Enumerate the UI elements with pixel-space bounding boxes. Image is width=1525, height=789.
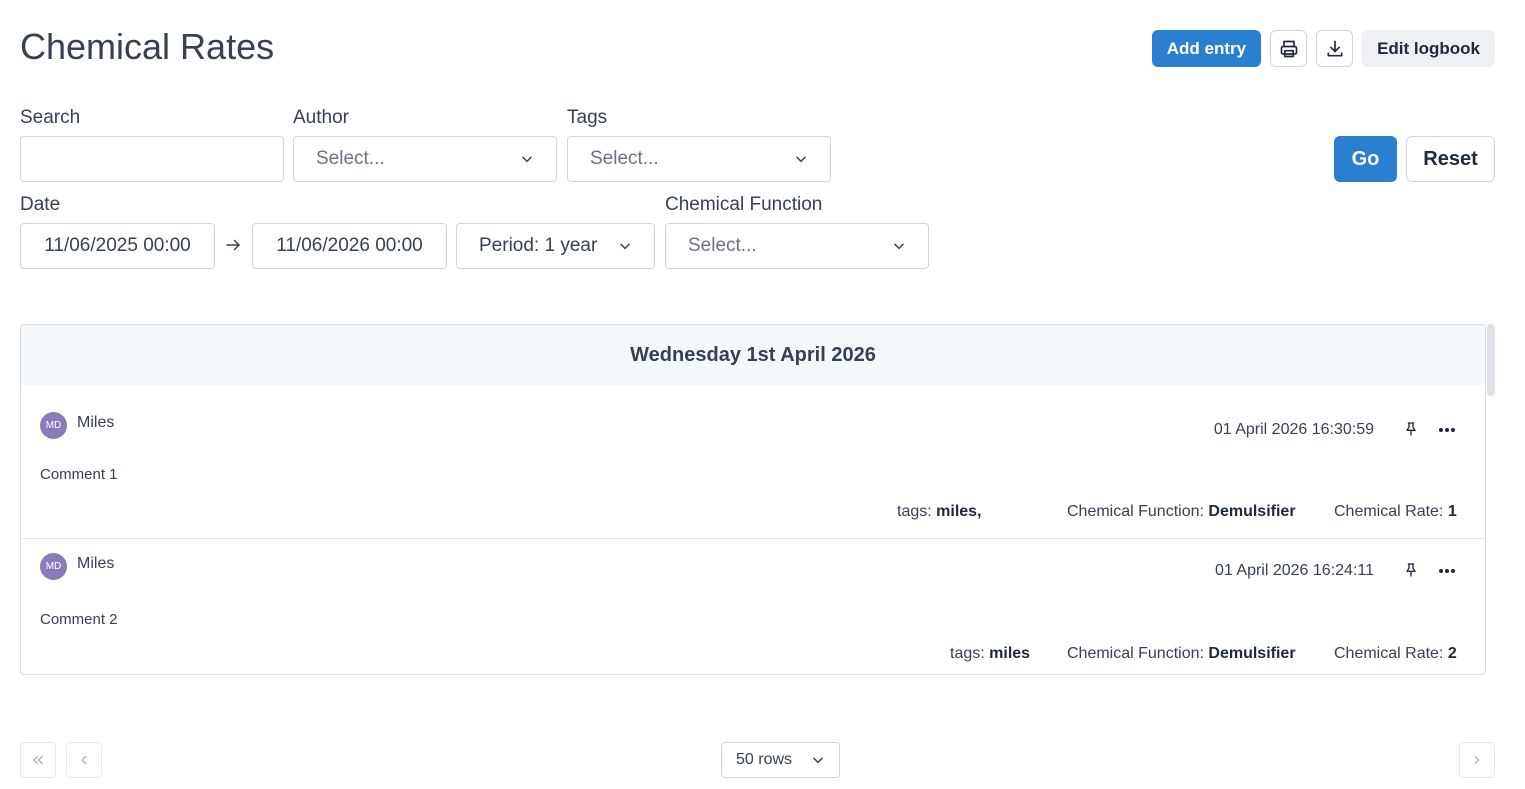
- entry-tags: tags: miles,: [897, 503, 982, 521]
- log-entry[interactable]: MD Miles 01 April 2026 16:30:59 Comment …: [21, 385, 1485, 538]
- log-panel: Wednesday 1st April 2026 MD Miles 01 Apr…: [20, 324, 1486, 675]
- add-entry-button[interactable]: Add entry: [1151, 30, 1262, 67]
- avatar: MD: [40, 553, 67, 580]
- print-button[interactable]: [1270, 30, 1308, 67]
- function-meta-label: Chemical Function:: [1067, 503, 1204, 520]
- search-input[interactable]: [20, 136, 284, 182]
- function-meta-value: Demulsifier: [1208, 645, 1296, 662]
- entry-comment: Comment 1: [40, 466, 118, 483]
- pin-icon[interactable]: [1403, 561, 1419, 579]
- go-button[interactable]: Go: [1334, 136, 1397, 182]
- chemical-function-select[interactable]: Select...: [665, 223, 929, 269]
- next-page-button[interactable]: [1459, 742, 1495, 778]
- search-label: Search: [20, 107, 81, 128]
- log-entry[interactable]: MD Miles 01 April 2026 16:24:11 Comment …: [21, 538, 1485, 674]
- tags-placeholder: Select...: [590, 148, 659, 169]
- log-scrollbar[interactable]: [1487, 324, 1495, 396]
- entry-chemical-function: Chemical Function: Demulsifier: [1067, 645, 1296, 663]
- period-select[interactable]: Period: 1 year: [456, 223, 655, 269]
- function-meta-label: Chemical Function:: [1067, 645, 1204, 662]
- rows-per-page-select[interactable]: 50 rows: [721, 742, 840, 778]
- date-from-field[interactable]: 11/06/2025 00:00: [20, 223, 215, 269]
- chemical-function-label: Chemical Function: [665, 194, 823, 215]
- tags-select[interactable]: Select...: [567, 136, 831, 182]
- rate-meta-value: 2: [1447, 645, 1457, 662]
- entry-chemical-function: Chemical Function: Demulsifier: [1067, 503, 1296, 521]
- entry-comment: Comment 2: [40, 611, 118, 628]
- avatar: MD: [40, 412, 67, 439]
- chevron-down-icon: [813, 757, 823, 764]
- entry-timestamp: 01 April 2026 16:30:59: [1213, 421, 1374, 438]
- page-title: Chemical Rates: [20, 26, 275, 67]
- arrow-right-icon: [226, 239, 240, 251]
- date-group-heading: Wednesday 1st April 2026: [21, 325, 1485, 385]
- author-select[interactable]: Select...: [293, 136, 557, 182]
- chevron-down-icon: [796, 156, 806, 163]
- rate-meta-label: Chemical Rate:: [1334, 645, 1444, 662]
- tags-meta-label: tags:: [950, 645, 985, 662]
- printer-icon: [1280, 40, 1297, 57]
- author-placeholder: Select...: [316, 148, 385, 169]
- chevron-down-icon: [620, 243, 630, 250]
- first-page-button[interactable]: [20, 742, 56, 778]
- function-meta-value: Demulsifier: [1208, 503, 1296, 520]
- entry-chemical-rate: Chemical Rate: 2: [1334, 645, 1457, 663]
- more-options-icon[interactable]: [1438, 568, 1456, 574]
- tags-label: Tags: [567, 107, 608, 128]
- entry-author: Miles: [77, 555, 115, 572]
- more-options-icon[interactable]: [1438, 427, 1456, 433]
- header-actions: Add entry Edit logbook: [1151, 30, 1495, 67]
- period-value: Period: 1 year: [479, 235, 598, 256]
- chevron-down-icon: [894, 243, 904, 250]
- tags-meta-value: miles: [989, 645, 1031, 662]
- edit-logbook-button[interactable]: Edit logbook: [1362, 30, 1495, 67]
- entry-timestamp: 01 April 2026 16:24:11: [1215, 562, 1374, 579]
- tags-meta-value: miles,: [936, 503, 982, 520]
- rate-meta-label: Chemical Rate:: [1334, 503, 1444, 520]
- download-button[interactable]: [1316, 30, 1354, 67]
- date-to-field[interactable]: 11/06/2026 00:00: [252, 223, 447, 269]
- chevron-right-icon: [1474, 755, 1480, 765]
- chevron-left-icon: [81, 755, 87, 765]
- reset-button[interactable]: Reset: [1406, 136, 1495, 182]
- tags-meta-label: tags:: [897, 503, 932, 520]
- pin-icon[interactable]: [1403, 420, 1419, 438]
- entry-chemical-rate: Chemical Rate: 1: [1334, 503, 1457, 521]
- download-icon: [1327, 40, 1343, 57]
- author-label: Author: [293, 107, 349, 128]
- chevrons-left-icon: [33, 755, 43, 765]
- rate-meta-value: 1: [1447, 503, 1457, 520]
- entry-author: Miles: [77, 414, 115, 431]
- rows-per-page-value: 50 rows: [736, 751, 793, 768]
- date-label: Date: [20, 194, 61, 215]
- entry-tags: tags: miles: [950, 645, 1030, 663]
- previous-page-button[interactable]: [66, 742, 102, 778]
- chemical-function-placeholder: Select...: [688, 235, 757, 256]
- chevron-down-icon: [522, 156, 532, 163]
